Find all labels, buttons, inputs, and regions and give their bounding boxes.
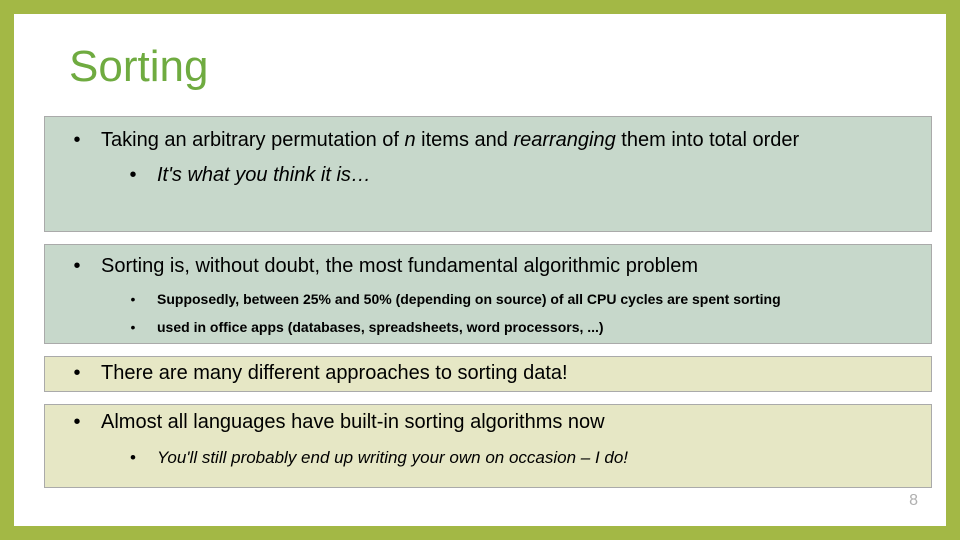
bullet-text-2: Sorting is, without doubt, the most fund… [101, 253, 698, 279]
bullet-item-3: • There are many different approaches to… [53, 362, 919, 385]
bullet-marker: • [109, 448, 157, 468]
bullet-marker: • [53, 253, 101, 279]
bullet-marker: • [109, 319, 157, 335]
sub-bullet-item-2-1: • Supposedly, between 25% and 50% (depen… [53, 291, 919, 307]
slide-title: Sorting [69, 42, 208, 92]
bullet-marker: • [53, 411, 101, 434]
sub-bullet-text: You'll still probably end up writing you… [157, 448, 628, 468]
bullet-marker: • [109, 164, 157, 187]
bullet-text-4: Almost all languages have built-in sorti… [101, 411, 605, 434]
sub-bullet-item-1-1: • It's what you think it is… [53, 164, 919, 187]
sub-bullet-item-4-1: • You'll still probably end up writing y… [53, 448, 919, 468]
bullet-item-1: • Taking an arbitrary permutation of n i… [53, 127, 919, 154]
sub-bullet-item-2-2: • used in office apps (databases, spread… [53, 319, 919, 335]
sub-bullet-text: It's what you think it is… [157, 164, 371, 187]
text-em-rearranging: rearranging [513, 129, 615, 151]
bullet-item-4: • Almost all languages have built-in sor… [53, 411, 919, 434]
text-frag: Taking an arbitrary permutation of [101, 129, 405, 151]
text-em-n: n [405, 129, 416, 151]
bullet-text-1: Taking an arbitrary permutation of n ite… [101, 127, 919, 154]
content-box-3: • There are many different approaches to… [44, 356, 932, 392]
content-box-2: • Sorting is, without doubt, the most fu… [44, 244, 932, 344]
bullet-text-3: There are many different approaches to s… [101, 362, 568, 385]
text-frag: them into total order [616, 129, 799, 151]
bullet-marker: • [53, 362, 101, 385]
sub-bullet-text: Supposedly, between 25% and 50% (dependi… [157, 291, 781, 307]
slide-frame: Sorting • Taking an arbitrary permutatio… [14, 14, 946, 526]
text-frag: items and [416, 129, 514, 151]
content-box-4: • Almost all languages have built-in sor… [44, 404, 932, 488]
bullet-item-2: • Sorting is, without doubt, the most fu… [53, 253, 919, 279]
page-number: 8 [909, 492, 918, 510]
sub-bullet-text: used in office apps (databases, spreadsh… [157, 319, 604, 335]
content-box-1: • Taking an arbitrary permutation of n i… [44, 116, 932, 232]
bullet-marker: • [109, 291, 157, 307]
bullet-marker: • [53, 127, 101, 154]
